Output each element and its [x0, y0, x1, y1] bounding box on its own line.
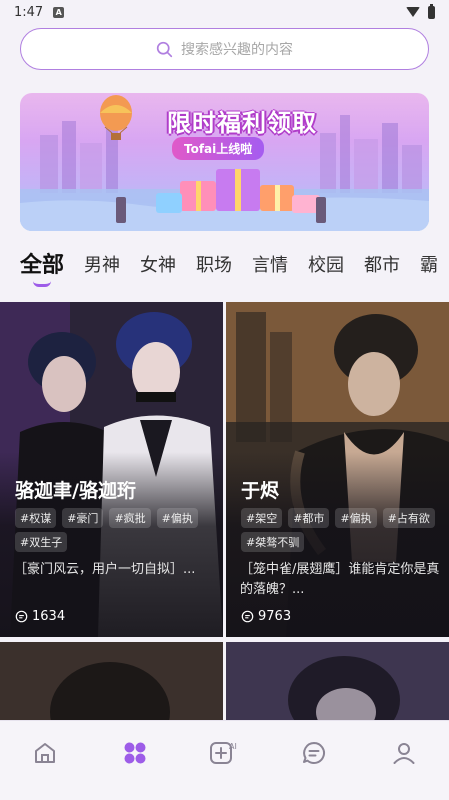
character-card[interactable] [0, 642, 223, 722]
character-card[interactable] [226, 642, 449, 722]
search-icon [156, 41, 173, 57]
notification-icon: A [53, 6, 65, 18]
tab-all[interactable]: 全部 [20, 247, 65, 287]
banner-title: 限时福利领取 [167, 109, 317, 137]
character-portrait [226, 642, 449, 722]
tag[interactable]: #双生子 [15, 532, 68, 552]
tag-list: #权谋 #豪门 #疯批 #偏执 #双生子 [15, 508, 215, 552]
character-name: 于烬 [241, 480, 280, 502]
tab-female[interactable]: 女神 [140, 247, 176, 277]
status-time: 1:47 [14, 4, 44, 20]
discover-grid-icon [124, 742, 146, 764]
bottom-nav: AI [0, 720, 449, 800]
tag[interactable]: #权谋 [15, 508, 57, 528]
wifi-icon [406, 7, 420, 17]
character-portrait [0, 642, 223, 722]
nav-home[interactable] [15, 737, 75, 769]
character-card[interactable]: 于烬 #架空 #都市 #偏执 #占有欲 #桀骜不驯 ［笼中雀/展翅鹰］谁能肯定你… [226, 302, 449, 637]
status-icons [406, 3, 435, 19]
tag[interactable]: #占有欲 [382, 508, 435, 528]
chat-bubble-icon [241, 610, 254, 623]
tab-label: 全部 [20, 253, 65, 278]
chat-count: 1634 [15, 609, 65, 624]
chat-icon [303, 742, 326, 764]
tab-label: 霸 [420, 255, 439, 276]
character-description: ［豪门风云，用户一切自拟］... [14, 562, 196, 577]
home-icon [34, 743, 55, 763]
nav-discover[interactable] [105, 737, 165, 769]
chat-count: 9763 [241, 609, 291, 624]
tab-label: 校园 [308, 255, 345, 276]
tab-label: 女神 [140, 255, 177, 276]
battery-icon [428, 3, 435, 19]
status-bar: 1:47 A [0, 0, 449, 24]
tag[interactable]: #疯批 [109, 508, 151, 528]
nav-chat[interactable] [284, 737, 344, 769]
tab-romance[interactable]: 言情 [252, 247, 288, 277]
promo-banner[interactable]: 限时福利领取 Tofai上线啦 [20, 93, 429, 231]
profile-icon [393, 743, 415, 764]
character-name: 骆迦聿/骆迦珩 [15, 480, 136, 502]
search-input[interactable]: 搜索感兴趣的内容 [20, 28, 429, 70]
ai-create-icon: AI [210, 742, 237, 764]
search-placeholder: 搜索感兴趣的内容 [181, 42, 293, 58]
active-tab-indicator [33, 281, 51, 287]
category-tabs: 全部 男神 女神 职场 言情 校园 都市 霸 [20, 247, 449, 287]
tag[interactable]: #豪门 [62, 508, 104, 528]
tab-male[interactable]: 男神 [84, 247, 120, 277]
nav-profile[interactable] [374, 737, 434, 769]
tab-workplace[interactable]: 职场 [196, 247, 232, 277]
tab-label: 职场 [196, 255, 233, 276]
chat-count-value: 9763 [258, 609, 292, 624]
character-card[interactable]: 骆迦聿/骆迦珩 #权谋 #豪门 #疯批 #偏执 #双生子 ［豪门风云，用户一切自… [0, 302, 223, 637]
chat-count-value: 1634 [32, 609, 66, 624]
tab-label: 言情 [252, 255, 289, 276]
tab-label: 都市 [364, 255, 401, 276]
tag[interactable]: #偏执 [156, 508, 198, 528]
tag[interactable]: #都市 [288, 508, 330, 528]
tag[interactable]: #偏执 [335, 508, 377, 528]
tag[interactable]: #桀骜不驯 [241, 532, 305, 552]
chat-bubble-icon [15, 610, 28, 623]
tag[interactable]: #架空 [241, 508, 283, 528]
tab-urban[interactable]: 都市 [364, 247, 400, 277]
tab-label: 男神 [84, 255, 121, 276]
nav-ai-create[interactable]: AI [194, 737, 254, 769]
character-description: ［笼中雀/展翅鹰］谁能肯定你是真的落魄？... [240, 562, 440, 597]
tab-campus[interactable]: 校园 [308, 247, 344, 277]
ai-badge: AI [229, 742, 237, 751]
tag-list: #架空 #都市 #偏执 #占有欲 #桀骜不驯 [241, 508, 441, 552]
tab-domineering[interactable]: 霸 [420, 247, 438, 277]
banner-subtitle: Tofai上线啦 [172, 137, 265, 160]
